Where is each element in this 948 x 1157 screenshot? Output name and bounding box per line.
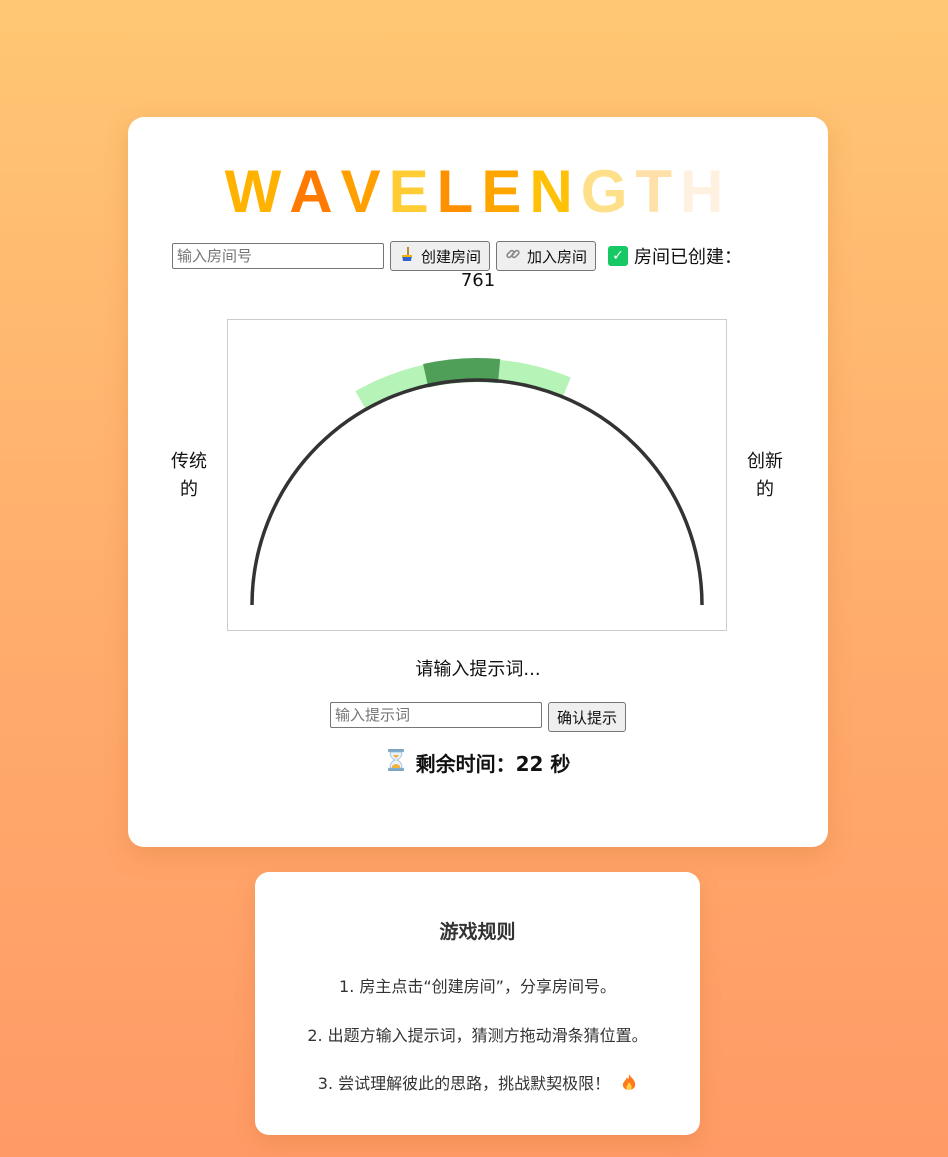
title-letter: T: [635, 158, 681, 225]
title-letter: N: [529, 158, 581, 225]
clue-input[interactable]: [329, 702, 542, 728]
timer-text: 剩余时间：22 秒: [415, 752, 571, 776]
create-room-label: 创建房间: [421, 247, 482, 266]
title-letter: V: [340, 158, 389, 225]
rule-item-1: 1. 房主点击“创建房间”，分享房间号。: [339, 977, 616, 996]
right-spectrum-label: 创新的: [735, 448, 795, 504]
room-number-input[interactable]: [172, 243, 384, 269]
room-number: 761: [460, 270, 496, 291]
create-room-button[interactable]: 创建房间: [390, 241, 491, 271]
wavelength-dial[interactable]: [227, 319, 727, 631]
title-letter: E: [388, 158, 437, 225]
title-letter: W: [224, 158, 290, 225]
room-status-text: 房间已创建：: [634, 247, 743, 268]
game-title: WAVELENGTH: [128, 157, 828, 227]
title-letter: H: [680, 158, 732, 225]
fire-icon: [621, 1073, 637, 1097]
title-letter: A: [289, 158, 341, 225]
room-controls: 创建房间 加入房间 ✓ 房间已创建：: [172, 239, 784, 273]
hourglass-icon: [386, 748, 406, 777]
game-card: WAVELENGTH 创建房间 加入房间 ✓ 房间已创建：: [128, 117, 828, 847]
title-letter: G: [580, 158, 636, 225]
broom-icon: [399, 246, 415, 266]
target-zone-bullseye: [423, 357, 501, 388]
join-room-button[interactable]: 加入房间: [496, 241, 597, 271]
rules-heading: 游戏规则: [439, 921, 516, 943]
join-room-label: 加入房间: [527, 247, 588, 266]
left-spectrum-label: 传统的: [159, 448, 219, 504]
rule-item-3: 3. 尝试理解彼此的思路，挑战默契极限！: [255, 1070, 700, 1097]
rule-item-2: 2. 出题方输入提示词，猜测方拖动滑条猜位置。: [307, 1026, 648, 1045]
rules-card: 游戏规则 1. 房主点击“创建房间”，分享房间号。 2. 出题方输入提示词，猜测…: [255, 872, 700, 1135]
link-icon: [505, 246, 521, 266]
left-spectrum-text: 传统的: [171, 451, 207, 500]
title-letter: L: [436, 158, 482, 225]
countdown-timer: 剩余时间：22 秒: [128, 748, 828, 777]
title-letter: E: [481, 158, 530, 225]
clue-controls: 确认提示: [128, 702, 828, 732]
confirm-clue-button[interactable]: 确认提示: [547, 702, 626, 732]
check-icon: ✓: [608, 246, 629, 266]
dial-arc: [250, 378, 704, 606]
rule-item-3-text: 3. 尝试理解彼此的思路，挑战默契极限！: [317, 1074, 611, 1093]
clue-prompt-text: 请输入提示词...: [415, 659, 541, 680]
right-spectrum-text: 创新的: [747, 451, 783, 500]
